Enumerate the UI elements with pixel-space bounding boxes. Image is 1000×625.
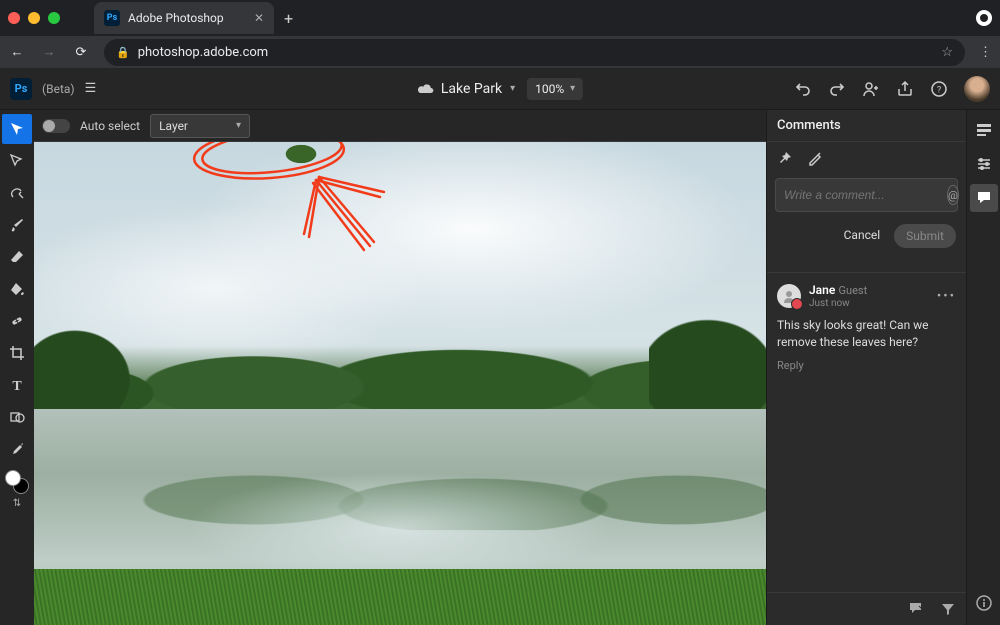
svg-text:?: ? — [937, 85, 941, 95]
comments-toolbar — [767, 142, 966, 174]
center-column: Auto select Layer ▾ — [34, 110, 766, 625]
auto-select-label: Auto select — [80, 119, 140, 133]
comment-view-icon[interactable] — [908, 601, 926, 617]
properties-panel-button[interactable] — [970, 116, 998, 144]
draw-icon[interactable] — [807, 150, 823, 166]
bookmark-icon[interactable]: ☆ — [941, 45, 953, 60]
beta-label: (Beta) — [42, 82, 75, 96]
tool-crop[interactable] — [2, 338, 32, 368]
user-avatar[interactable] — [964, 76, 990, 102]
comment-text-field[interactable] — [784, 188, 941, 202]
profile-indicator[interactable] — [976, 10, 992, 26]
redo-button[interactable] — [828, 80, 846, 98]
close-icon[interactable] — [8, 12, 20, 24]
canvas-viewport[interactable] — [34, 142, 766, 625]
layer-dropdown[interactable]: Layer ▾ — [150, 114, 250, 138]
zoom-value: 100% — [535, 82, 564, 96]
filter-icon[interactable] — [940, 601, 956, 617]
header-actions: ? — [794, 76, 990, 102]
app-header: Ps (Beta) ☰ Lake Park ▾ 100% ▾ ? — [0, 68, 1000, 110]
comment-body: This sky looks great! Can we remove thes… — [777, 317, 956, 351]
layer-dropdown-value: Layer — [159, 119, 188, 133]
minimize-icon[interactable] — [28, 12, 40, 24]
comments-header: Comments — [767, 110, 966, 142]
commenter-name: Jane — [809, 283, 835, 297]
back-button[interactable]: ← — [8, 44, 26, 60]
chevron-down-icon: ▾ — [570, 83, 575, 94]
info-button[interactable] — [970, 589, 998, 617]
right-rail — [966, 110, 1000, 625]
favicon-ps-icon: Ps — [104, 10, 120, 26]
commenter-role: Guest — [839, 284, 868, 297]
auto-select-toggle[interactable] — [42, 119, 70, 133]
document-canvas[interactable] — [34, 142, 766, 625]
commenter-avatar — [777, 284, 801, 308]
ps-logo-icon[interactable]: Ps — [10, 78, 32, 100]
tool-quick-select[interactable] — [2, 178, 32, 208]
tool-eraser[interactable] — [2, 242, 32, 272]
image-leaves — [276, 142, 326, 172]
tool-fill[interactable] — [2, 274, 32, 304]
comment-item: Jane Guest Just now ••• This sky looks g… — [767, 272, 966, 382]
lock-icon: 🔒 — [116, 46, 130, 59]
invite-button[interactable] — [862, 80, 880, 98]
tab-close-icon[interactable]: ✕ — [254, 11, 264, 25]
swap-colors-icon[interactable]: ⇅ — [13, 498, 21, 509]
url-text: photoshop.adobe.com — [138, 45, 268, 60]
chevron-down-icon: ▾ — [236, 120, 241, 131]
undo-button[interactable] — [794, 80, 812, 98]
comment-more-icon[interactable]: ••• — [937, 289, 956, 304]
forward-button[interactable]: → — [40, 44, 58, 60]
pin-icon[interactable] — [777, 150, 793, 166]
tool-brush[interactable] — [2, 210, 32, 240]
tool-shape[interactable] — [2, 402, 32, 432]
tab-title: Adobe Photoshop — [128, 11, 224, 25]
chevron-down-icon: ▾ — [510, 83, 515, 94]
document-name: Lake Park — [441, 81, 502, 97]
image-grass — [34, 569, 766, 625]
browser-tab[interactable]: Ps Adobe Photoshop ✕ — [94, 2, 274, 34]
left-toolbar: T ⇅ — [0, 110, 34, 625]
submit-button[interactable]: Submit — [894, 224, 956, 248]
reload-button[interactable]: ⟳ — [72, 45, 90, 60]
new-tab-button[interactable]: + — [284, 9, 293, 28]
document-title-chip[interactable]: Lake Park ▾ 100% ▾ — [417, 78, 583, 100]
app-menu-button[interactable]: ☰ — [85, 81, 97, 96]
zoom-dropdown[interactable]: 100% ▾ — [527, 78, 583, 100]
tool-heal[interactable] — [2, 306, 32, 336]
maximize-icon[interactable] — [48, 12, 60, 24]
options-bar: Auto select Layer ▾ — [34, 110, 766, 142]
tool-eyedropper[interactable] — [2, 434, 32, 464]
share-button[interactable] — [896, 80, 914, 98]
main-area: T ⇅ Auto select Layer ▾ — [0, 110, 1000, 625]
comments-panel-button[interactable] — [970, 184, 998, 212]
foreground-color-swatch[interactable] — [5, 470, 21, 486]
comment-input[interactable]: @ — [775, 178, 958, 212]
window-controls[interactable] — [8, 12, 60, 24]
cancel-button[interactable]: Cancel — [838, 224, 887, 248]
help-button[interactable]: ? — [930, 80, 948, 98]
comments-footer — [767, 592, 966, 625]
browser-tab-strip: Ps Adobe Photoshop ✕ + — [0, 0, 1000, 36]
reply-button[interactable]: Reply — [777, 359, 956, 372]
comment-time: Just now — [809, 298, 867, 309]
browser-address-bar: ← → ⟳ 🔒 photoshop.adobe.com ☆ ⋮ — [0, 36, 1000, 68]
tool-type[interactable]: T — [2, 370, 32, 400]
color-swatches[interactable] — [5, 470, 29, 494]
comment-input-actions: Cancel Submit — [767, 216, 966, 256]
svg-text:T: T — [12, 379, 22, 393]
cloud-icon — [417, 82, 435, 96]
comments-panel: Comments @ Cancel Submit — [766, 110, 966, 625]
mention-icon[interactable]: @ — [947, 185, 959, 205]
tool-move[interactable] — [2, 114, 32, 144]
adjustments-panel-button[interactable] — [970, 150, 998, 178]
browser-menu-button[interactable]: ⋮ — [979, 45, 992, 60]
url-field[interactable]: 🔒 photoshop.adobe.com ☆ — [104, 39, 965, 66]
tool-lasso[interactable] — [2, 146, 32, 176]
